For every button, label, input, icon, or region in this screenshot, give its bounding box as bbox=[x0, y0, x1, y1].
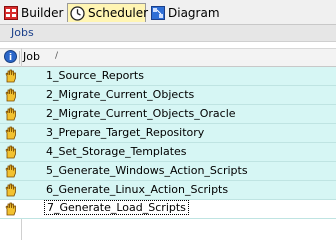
job-label: 2_Migrate_Current_Objects bbox=[46, 88, 195, 101]
jobs-section-bar: Jobs bbox=[0, 25, 336, 42]
hand-icon bbox=[4, 126, 18, 140]
table-row[interactable]: 2_Migrate_Current_Objects_Oracle bbox=[0, 105, 336, 124]
table-row[interactable]: 4_Set_Storage_Templates bbox=[0, 143, 336, 162]
svg-text:i: i bbox=[9, 53, 12, 63]
job-label: 7_Generate_Load_Scripts bbox=[44, 200, 189, 215]
job-label: 4_Set_Storage_Templates bbox=[46, 145, 187, 158]
hand-icon bbox=[4, 145, 18, 159]
sort-indicator: / bbox=[55, 51, 59, 61]
hand-icon bbox=[4, 107, 18, 121]
hand-icon bbox=[4, 69, 18, 83]
table-row-selected[interactable]: 7_Generate_Load_Scripts bbox=[0, 200, 336, 219]
section-title: Jobs bbox=[11, 26, 34, 39]
job-label: 1_Source_Reports bbox=[46, 69, 144, 82]
tab-scheduler-label: Scheduler bbox=[88, 6, 149, 20]
tab-strip: Builder Scheduler Diagram bbox=[0, 0, 336, 25]
table-row[interactable]: 5_Generate_Windows_Action_Scripts bbox=[0, 162, 336, 181]
header-divider bbox=[19, 51, 20, 64]
tab-builder[interactable]: Builder bbox=[4, 3, 63, 22]
tab-scheduler[interactable]: Scheduler bbox=[67, 3, 149, 22]
hand-icon bbox=[4, 202, 18, 216]
table-row[interactable]: 1_Source_Reports bbox=[0, 67, 336, 86]
tab-diagram-label: Diagram bbox=[168, 5, 220, 20]
job-label: 5_Generate_Windows_Action_Scripts bbox=[46, 164, 248, 177]
tab-diagram[interactable]: Diagram bbox=[151, 3, 220, 22]
hand-icon bbox=[4, 88, 18, 102]
clock-icon bbox=[70, 5, 85, 21]
job-list: 1_Source_Reports 2_Migrate_Current_Objec… bbox=[0, 67, 336, 219]
job-label: 2_Migrate_Current_Objects_Oracle bbox=[46, 107, 236, 120]
table-row[interactable]: 6_Generate_Linux_Action_Scripts bbox=[0, 181, 336, 200]
table-row[interactable]: 2_Migrate_Current_Objects bbox=[0, 86, 336, 105]
job-column-header[interactable]: Job bbox=[23, 50, 40, 63]
job-label: 3_Prepare_Target_Repository bbox=[46, 126, 205, 139]
table-row[interactable]: 3_Prepare_Target_Repository bbox=[0, 124, 336, 143]
column-header[interactable]: i Job / bbox=[0, 48, 336, 67]
hand-icon bbox=[4, 164, 18, 178]
hand-icon bbox=[4, 183, 18, 197]
job-label: 6_Generate_Linux_Action_Scripts bbox=[46, 183, 229, 196]
tab-builder-label: Builder bbox=[21, 5, 64, 20]
info-circle-icon[interactable]: i bbox=[4, 50, 17, 63]
blue-diagram-icon bbox=[151, 5, 165, 20]
red-grid-icon bbox=[4, 5, 18, 20]
